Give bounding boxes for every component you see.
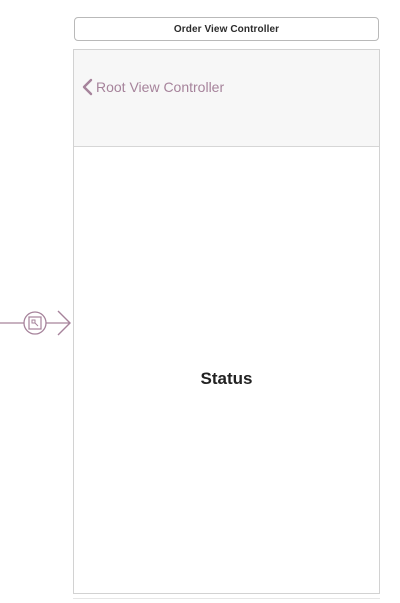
scene-title-bar[interactable]: Order View Controller: [74, 17, 379, 41]
segue-connector-icon[interactable]: [0, 307, 74, 339]
view-controller-frame[interactable]: Root View Controller Status: [73, 49, 380, 594]
scene-title: Order View Controller: [173, 23, 280, 35]
storyboard-canvas: Order View Controller Root View Controll…: [0, 0, 400, 603]
status-label: Status: [200, 369, 253, 388]
navigation-bar: Root View Controller: [74, 50, 379, 147]
divider: [73, 598, 380, 599]
back-button-label: Root View Controller: [96, 79, 225, 95]
back-button[interactable]: Root View Controller: [82, 77, 224, 97]
chevron-left-icon: [82, 78, 93, 96]
